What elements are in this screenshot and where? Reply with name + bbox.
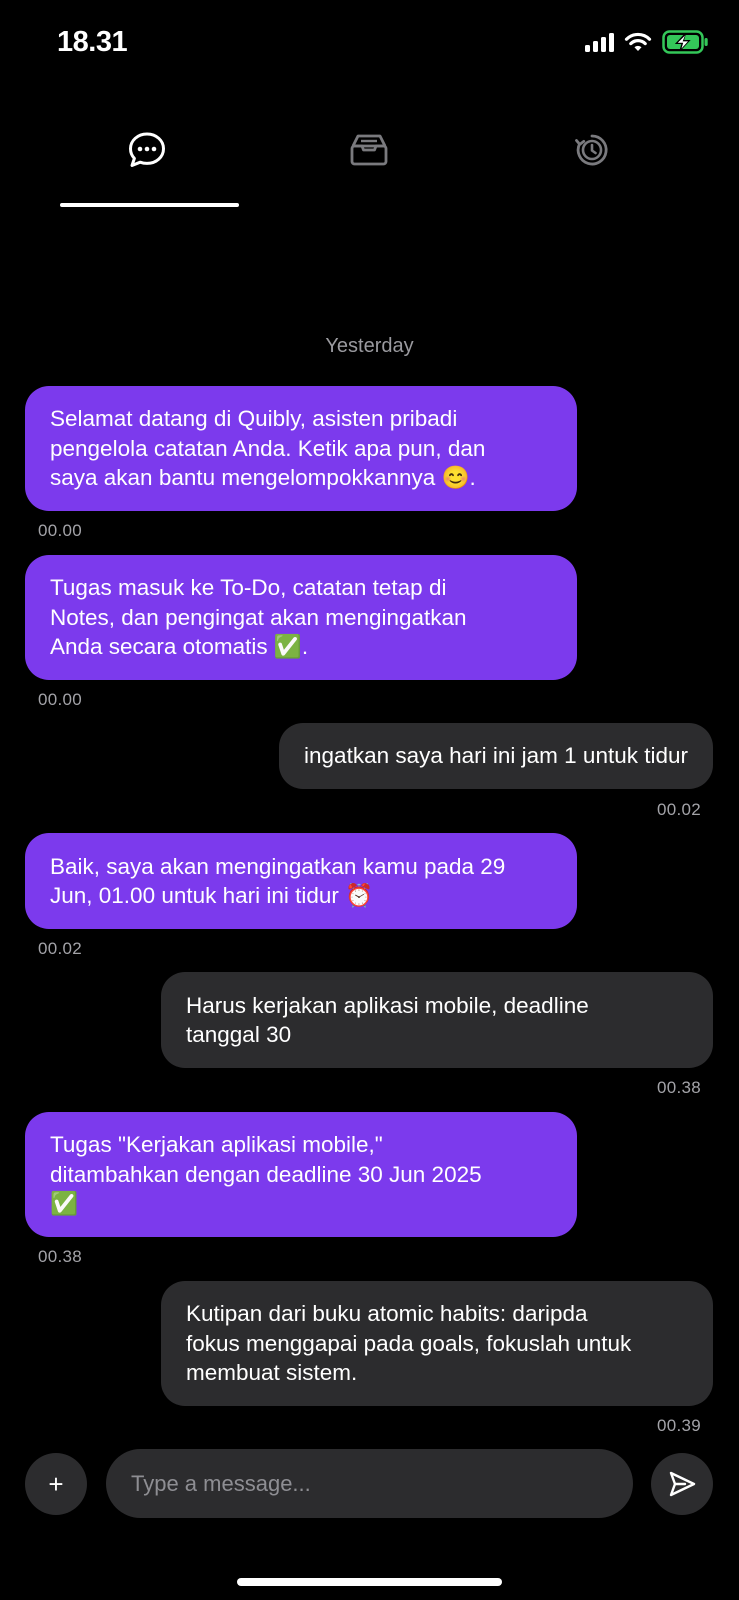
message-time: 00.02 xyxy=(38,939,83,958)
wifi-icon xyxy=(624,32,652,51)
status-icons xyxy=(585,30,709,54)
message-time: 00.00 xyxy=(38,690,83,709)
message-time: 00.38 xyxy=(38,1247,83,1266)
send-icon xyxy=(669,1471,696,1497)
add-attachment-button[interactable]: + xyxy=(25,1453,87,1515)
send-button[interactable] xyxy=(651,1453,713,1515)
inbox-tray-icon xyxy=(350,134,388,166)
message-time: 00.39 xyxy=(656,1416,701,1435)
tab-chat[interactable] xyxy=(117,120,177,180)
message-bubble-bot: Tugas masuk ke To-Do, catatan tetap di N… xyxy=(25,555,577,680)
message-bubble-bot: Baik, saya akan mengingatkan kamu pada 2… xyxy=(25,833,577,929)
message-bubble-user: Kutipan dari buku atomic habits: daripda… xyxy=(161,1281,713,1406)
chat-bubble-icon xyxy=(129,132,165,167)
tab-reminders[interactable] xyxy=(562,120,622,180)
status-time: 18.31 xyxy=(57,26,128,58)
cellular-signal-icon xyxy=(585,32,614,52)
home-indicator[interactable] xyxy=(237,1578,502,1586)
message-input[interactable] xyxy=(106,1449,633,1518)
message-time: 00.02 xyxy=(656,800,701,819)
active-tab-indicator xyxy=(60,203,239,207)
message-time: 00.38 xyxy=(656,1078,701,1097)
battery-charging-icon xyxy=(662,30,708,54)
tab-inbox[interactable] xyxy=(339,120,399,180)
message-time: 00.00 xyxy=(38,521,83,540)
message-bubble-bot: Selamat datang di Quibly, asisten pribad… xyxy=(25,386,577,511)
message-bubble-user: ingatkan saya hari ini jam 1 untuk tidur xyxy=(279,723,713,789)
message-bubble-user: Harus kerjakan aplikasi mobile, deadline… xyxy=(161,972,713,1068)
message-bubble-bot: Tugas "Kerjakan aplikasi mobile," ditamb… xyxy=(25,1112,577,1237)
alarm-clock-icon xyxy=(575,134,608,166)
date-separator: Yesterday xyxy=(325,335,414,357)
